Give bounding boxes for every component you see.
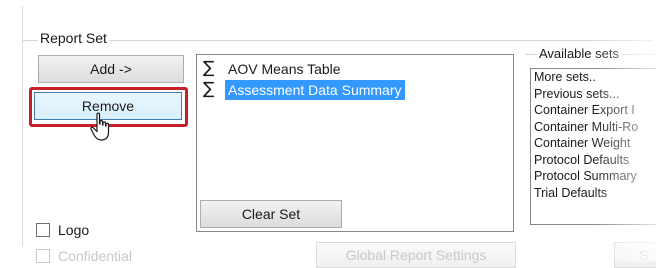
sigma-icon: ∑ (203, 79, 215, 99)
sigma-icon: ∑ (203, 58, 215, 78)
report-set-item-selected[interactable]: ∑ Assessment Data Summary (203, 80, 405, 100)
available-set-item[interactable]: Container Export I (531, 102, 656, 119)
footer-small-button[interactable]: S (614, 242, 656, 268)
add-button[interactable]: Add -> (38, 55, 184, 83)
available-set-item[interactable]: Container Multi-Ro (531, 119, 656, 136)
available-set-item[interactable]: More sets.. (531, 69, 656, 86)
available-set-item[interactable]: Container Weight (531, 135, 656, 152)
report-set-title: Report Set (38, 30, 109, 46)
logo-label: Logo (58, 222, 90, 238)
report-set-item[interactable]: ∑ AOV Means Table (203, 59, 344, 79)
report-set-item-label: Assessment Data Summary (225, 80, 405, 100)
confidential-checkbox-row[interactable]: Confidential (36, 246, 132, 266)
available-set-item[interactable]: Protocol Summary (531, 168, 656, 185)
available-set-item[interactable]: Trial Defaults (531, 185, 656, 202)
available-set-item[interactable]: Previous sets... (531, 86, 656, 103)
confidential-label: Confidential (58, 248, 132, 264)
hand-cursor-icon (90, 112, 110, 141)
logo-checkbox-row[interactable]: Logo (36, 220, 89, 240)
available-sets-title: Available sets (537, 46, 621, 61)
available-set-item[interactable]: Protocol Defaults (531, 152, 656, 169)
report-set-item-label: AOV Means Table (228, 61, 341, 77)
logo-checkbox[interactable] (36, 223, 50, 237)
clear-set-button[interactable]: Clear Set (200, 200, 342, 228)
global-report-settings-button[interactable]: Global Report Settings (316, 242, 516, 268)
available-sets-list[interactable]: More sets.. Previous sets... Container E… (530, 68, 656, 225)
